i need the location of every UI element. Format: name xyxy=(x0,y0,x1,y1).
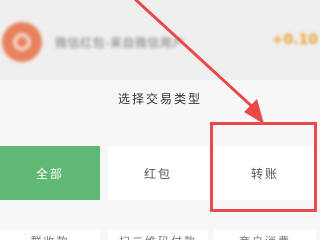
sheet-title: 选择交易类型 xyxy=(117,92,202,106)
type-transfer-button[interactable]: 转账 xyxy=(214,146,316,200)
type-red-packet-button[interactable]: 红包 xyxy=(108,146,208,200)
type-qr-pay-button[interactable]: 扫二维码付款 xyxy=(108,230,208,240)
transaction-filter-screen: 微信红包-来自微信用户 +0.10 选择交易类型 全部 红包 转账 群收款 扫二… xyxy=(0,0,320,240)
type-merchant-button[interactable]: 商户消费 xyxy=(214,230,316,240)
transaction-type-sheet: 选择交易类型 全部 红包 转账 群收款 扫二维码付款 商户消费 xyxy=(0,80,320,240)
transaction-list-item[interactable]: 微信红包-来自微信用户 +0.10 xyxy=(0,0,320,80)
transaction-description: 微信红包-来自微信用户 xyxy=(55,36,185,50)
blurred-list-content: 微信红包-来自微信用户 +0.10 xyxy=(0,0,320,80)
type-group-collect-button[interactable]: 群收款 xyxy=(0,230,100,240)
transaction-amount: +0.10 xyxy=(271,32,318,48)
type-all-button[interactable]: 全部 xyxy=(0,146,100,200)
avatar-icon xyxy=(2,22,42,62)
